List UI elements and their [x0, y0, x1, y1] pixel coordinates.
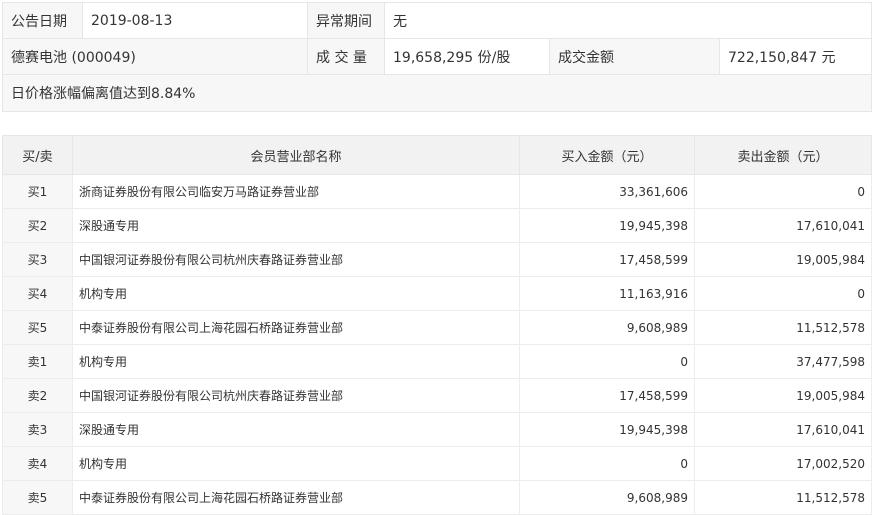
header-buy-amount: 买入金额（元）: [519, 135, 695, 175]
volume-value: 19,658,295 份/股: [384, 38, 550, 75]
volume-label: 成 交 量: [307, 38, 385, 75]
table-row: 卖1 机构专用 0 37,477,598: [2, 344, 872, 379]
row-broker-name: 机构专用: [72, 276, 520, 311]
row-buy-amount: 0: [519, 344, 695, 379]
row-side: 买4: [2, 276, 73, 311]
row-broker-name: 深股通专用: [72, 208, 520, 243]
row-side: 买3: [2, 242, 73, 277]
abnormal-period-label: 异常期间: [307, 2, 385, 39]
header-sell-amount: 卖出金额（元）: [694, 135, 872, 175]
row-buy-amount: 33,361,606: [519, 174, 695, 209]
table-row: 买3 中国银河证券股份有限公司杭州庆春路证券营业部 17,458,599 19,…: [2, 242, 872, 277]
header-broker-name: 会员营业部名称: [72, 135, 520, 175]
table-row: 买5 中泰证券股份有限公司上海花园石桥路证券营业部 9,608,989 11,5…: [2, 310, 872, 345]
row-sell-amount: 11,512,578: [694, 310, 872, 345]
stock-name-code: 德赛电池 (000049): [2, 38, 308, 75]
row-buy-amount: 17,458,599: [519, 378, 695, 413]
table-row: 买1 浙商证券股份有限公司临安万马路证券营业部 33,361,606 0: [2, 174, 872, 209]
row-side: 卖3: [2, 412, 73, 447]
row-sell-amount: 17,002,520: [694, 446, 872, 481]
broker-trades-table: 买/卖 会员营业部名称 买入金额（元） 卖出金额（元） 买1 浙商证券股份有限公…: [2, 135, 872, 515]
row-side: 卖4: [2, 446, 73, 481]
announcement-summary-table: 公告日期 2019-08-13 异常期间 无 德赛电池 (000049) 成 交…: [1, 2, 873, 112]
row-sell-amount: 0: [694, 276, 872, 311]
turnover-label: 成交金额: [549, 38, 720, 75]
row-side: 卖1: [2, 344, 73, 379]
row-side: 卖2: [2, 378, 73, 413]
header-side: 买/卖: [2, 135, 73, 175]
announcement-date-label: 公告日期: [2, 2, 83, 39]
row-sell-amount: 0: [694, 174, 872, 209]
summary-row-reason: 日价格涨幅偏离值达到8.84%: [1, 74, 873, 112]
row-buy-amount: 0: [519, 446, 695, 481]
row-buy-amount: 17,458,599: [519, 242, 695, 277]
row-broker-name: 深股通专用: [72, 412, 520, 447]
abnormal-period-value: 无: [383, 2, 873, 39]
row-sell-amount: 11,512,578: [694, 480, 872, 515]
row-side: 卖5: [2, 480, 73, 515]
announcement-date-value: 2019-08-13: [82, 2, 308, 39]
row-side: 买2: [2, 208, 73, 243]
row-sell-amount: 17,610,041: [694, 412, 872, 447]
summary-row-stock: 德赛电池 (000049) 成 交 量 19,658,295 份/股 成交金额 …: [2, 38, 873, 75]
row-sell-amount: 37,477,598: [694, 344, 872, 379]
table-row: 卖5 中泰证券股份有限公司上海花园石桥路证券营业部 9,608,989 11,5…: [2, 480, 872, 515]
row-sell-amount: 19,005,984: [694, 378, 872, 413]
table-row: 买4 机构专用 11,163,916 0: [2, 276, 872, 311]
row-buy-amount: 11,163,916: [519, 276, 695, 311]
row-broker-name: 浙商证券股份有限公司临安万马路证券营业部: [72, 174, 520, 209]
row-buy-amount: 9,608,989: [519, 480, 695, 515]
table-row: 买2 深股通专用 19,945,398 17,610,041: [2, 208, 872, 243]
row-sell-amount: 17,610,041: [694, 208, 872, 243]
table-row: 卖2 中国银河证券股份有限公司杭州庆春路证券营业部 17,458,599 19,…: [2, 378, 872, 413]
row-buy-amount: 9,608,989: [519, 310, 695, 345]
row-buy-amount: 19,945,398: [519, 412, 695, 447]
row-broker-name: 中国银河证券股份有限公司杭州庆春路证券营业部: [72, 242, 520, 277]
turnover-value: 722,150,847 元: [718, 38, 873, 75]
summary-row-date: 公告日期 2019-08-13 异常期间 无: [2, 2, 873, 39]
row-broker-name: 中泰证券股份有限公司上海花园石桥路证券营业部: [72, 310, 520, 345]
row-broker-name: 中国银河证券股份有限公司杭州庆春路证券营业部: [72, 378, 520, 413]
row-buy-amount: 19,945,398: [519, 208, 695, 243]
listing-reason: 日价格涨幅偏离值达到8.84%: [1, 74, 873, 112]
row-broker-name: 机构专用: [72, 446, 520, 481]
table-row: 卖4 机构专用 0 17,002,520: [2, 446, 872, 481]
row-side: 买1: [2, 174, 73, 209]
row-broker-name: 中泰证券股份有限公司上海花园石桥路证券营业部: [72, 480, 520, 515]
row-sell-amount: 19,005,984: [694, 242, 872, 277]
row-side: 买5: [2, 310, 73, 345]
table-row: 卖3 深股通专用 19,945,398 17,610,041: [2, 412, 872, 447]
table-header-row: 买/卖 会员营业部名称 买入金额（元） 卖出金额（元）: [2, 135, 872, 175]
row-broker-name: 机构专用: [72, 344, 520, 379]
